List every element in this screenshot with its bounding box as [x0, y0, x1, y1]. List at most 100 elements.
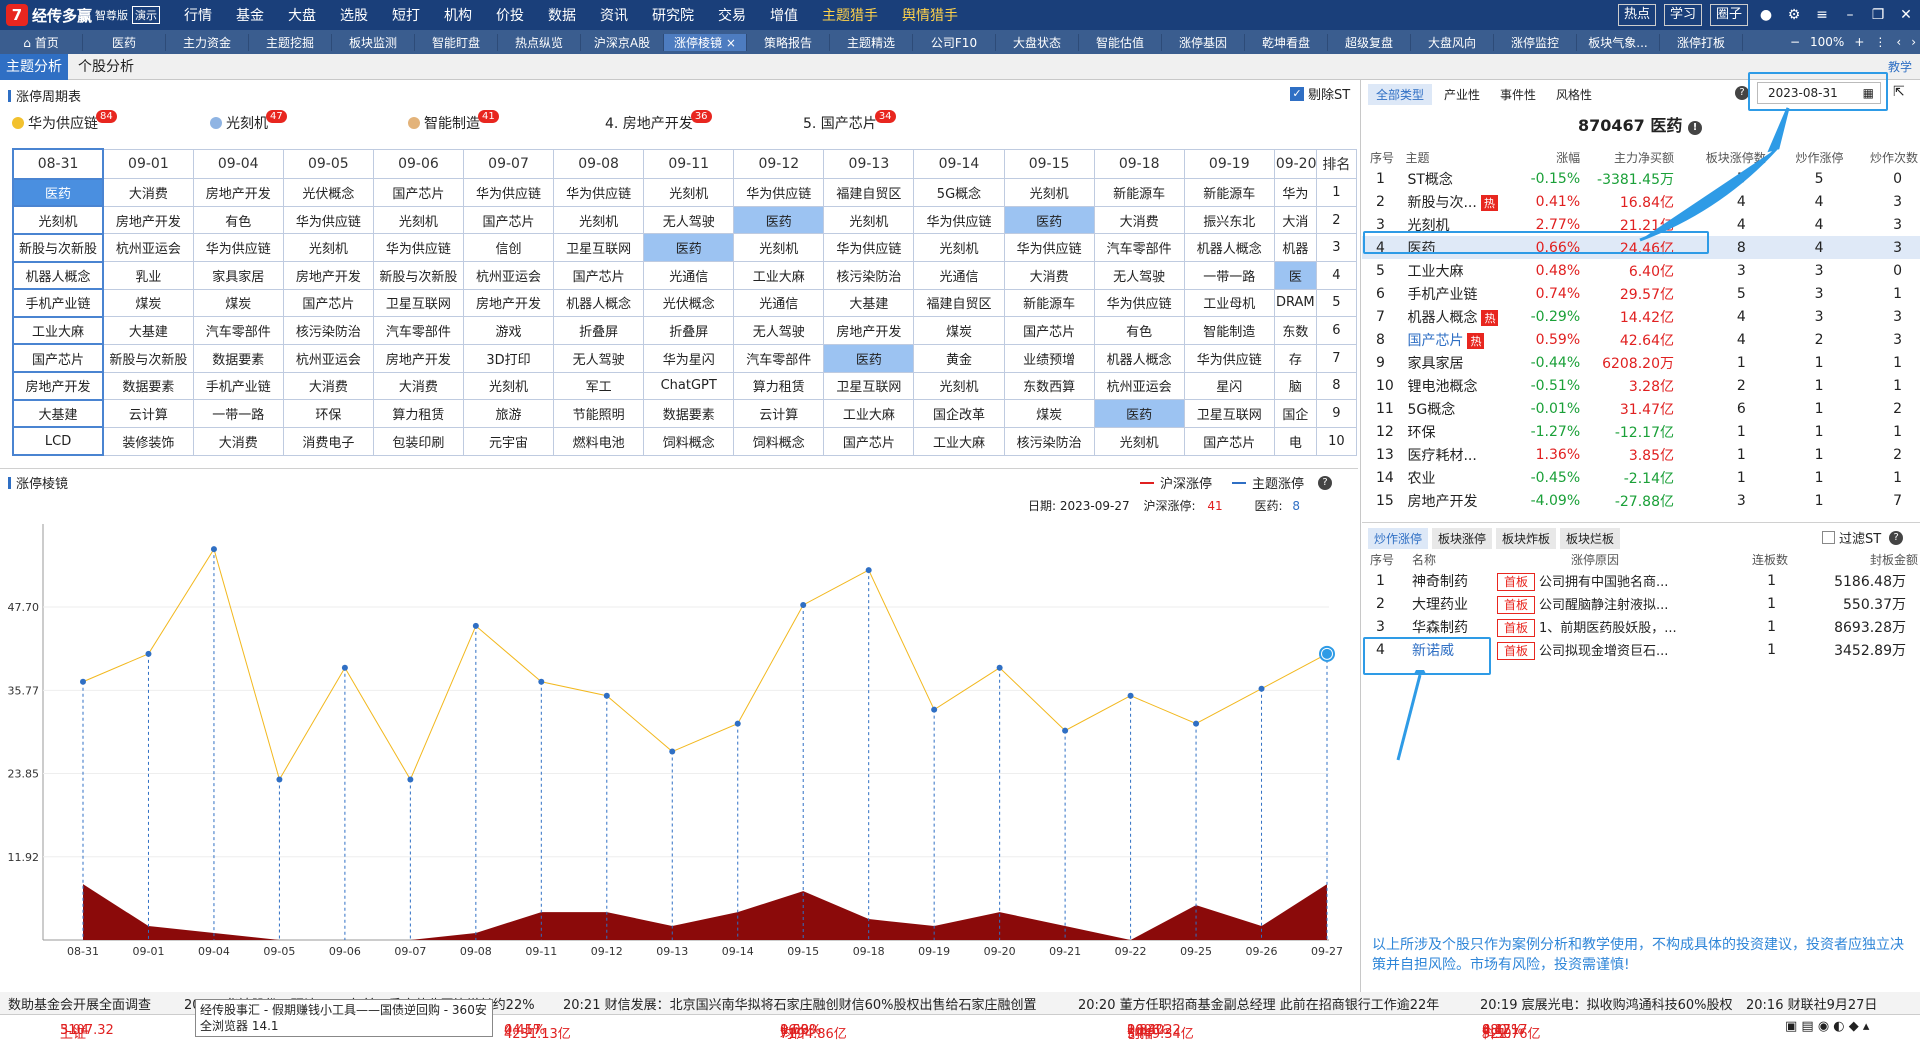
circle-button[interactable]: 圈子: [1709, 4, 1748, 26]
help-icon[interactable]: ?: [1318, 475, 1333, 490]
theme-cell[interactable]: 光刻机: [733, 233, 825, 263]
hs-point[interactable]: [1127, 692, 1134, 699]
theme-cell[interactable]: 国产芯片: [372, 178, 464, 207]
theme-cell[interactable]: 华为供应链: [913, 205, 1005, 235]
theme-cell[interactable]: 光伏概念: [643, 288, 735, 318]
hs-point[interactable]: [145, 650, 152, 657]
theme-cell[interactable]: 国产芯片: [553, 261, 645, 290]
theme-cell[interactable]: 房地产开发: [823, 316, 915, 345]
theme-cell[interactable]: 新能源车: [1003, 288, 1095, 318]
theme-cell[interactable]: 元宇宙: [462, 426, 555, 456]
tab-item[interactable]: 大盘风向: [1411, 33, 1494, 51]
theme-cell[interactable]: 折叠屏: [553, 316, 645, 345]
theme-cell[interactable]: 煤炭: [1003, 399, 1095, 428]
date-header[interactable]: 09-15: [1003, 148, 1095, 180]
theme-cell[interactable]: 华为供应链: [192, 233, 284, 263]
theme-cell[interactable]: 星闪: [1183, 371, 1275, 401]
theme-name-cell[interactable]: 环保: [1405, 420, 1517, 443]
theme-cell[interactable]: 煤炭: [913, 316, 1005, 345]
zoom-out-icon[interactable]: −: [1790, 35, 1800, 49]
date-header[interactable]: 09-06: [372, 148, 464, 180]
theme-name-cell[interactable]: 农业: [1405, 466, 1517, 489]
theme-cell[interactable]: 消费电子: [282, 426, 374, 456]
theme-cell[interactable]: 工业大麻: [823, 399, 915, 428]
theme-cell[interactable]: 包装印刷: [372, 426, 464, 456]
theme-name-cell[interactable]: 机器人概念热: [1405, 305, 1517, 328]
theme-cell[interactable]: 云计算: [733, 399, 825, 428]
export-icon[interactable]: ⇱: [1893, 84, 1905, 100]
theme-cell[interactable]: 机器: [1273, 233, 1317, 263]
column-header[interactable]: 序号: [1362, 549, 1410, 569]
theme-cell[interactable]: 黄金: [913, 343, 1005, 373]
checkbox-checked-icon[interactable]: ✓: [1290, 86, 1304, 101]
theme-cell[interactable]: 脑: [1273, 371, 1317, 401]
date-header[interactable]: 09-18: [1093, 148, 1185, 180]
date-header[interactable]: 09-19: [1183, 148, 1275, 180]
stock-tab[interactable]: 炒作涨停: [1368, 528, 1429, 549]
theme-cell[interactable]: 医药: [733, 205, 825, 235]
theme-cell[interactable]: 福建自贸区: [823, 178, 915, 207]
menu-item[interactable]: 行情: [172, 5, 224, 25]
theme-cell[interactable]: 燃料电池: [553, 426, 645, 456]
menu-item[interactable]: 舆情猎手: [890, 5, 970, 25]
theme-cell[interactable]: 手机产业链: [192, 371, 284, 401]
theme-cell[interactable]: 华为供应链: [1003, 233, 1095, 263]
theme-row[interactable]: 9 家具家居 -0.44% 6208.20万 1 1 1: [1362, 351, 1920, 374]
theme-cell[interactable]: 机器人概念: [1183, 233, 1275, 263]
stock-row[interactable]: 1 神奇制药 首板 公司拥有中国驰名商... 1 5186.48万: [1362, 569, 1920, 592]
theme-cell[interactable]: 新能源车: [1183, 178, 1275, 207]
date-header[interactable]: 09-12: [733, 148, 825, 180]
theme-cell[interactable]: 算力租赁: [733, 371, 825, 401]
theme-cell[interactable]: 无人驾驶: [553, 343, 645, 373]
stock-name[interactable]: 大理药业: [1410, 592, 1495, 615]
theme-cell[interactable]: 振兴东北: [1183, 205, 1275, 235]
theme-cell[interactable]: 机器人概念: [1093, 343, 1185, 373]
theme-cell[interactable]: 卫星互联网: [372, 288, 464, 318]
tab-item[interactable]: 涨停打板: [1660, 33, 1743, 51]
menu-item[interactable]: 资讯: [588, 5, 640, 25]
filter-st-toggle[interactable]: 过滤ST ?: [1822, 528, 1904, 547]
theme-name-cell[interactable]: 5G概念: [1405, 397, 1517, 420]
tab-item[interactable]: 医药: [83, 33, 166, 51]
news-item[interactable]: 20:16 财联社9月27日: [1746, 994, 1877, 1013]
theme-cell[interactable]: 环保: [282, 399, 374, 428]
hs-point[interactable]: [1258, 685, 1265, 692]
menu-item[interactable]: 交易: [706, 5, 758, 25]
theme-cell[interactable]: 工业大麻: [11, 315, 105, 346]
theme-cell[interactable]: 光刻机: [1003, 178, 1095, 207]
theme-cell[interactable]: 光刻机: [11, 205, 105, 235]
theme-cell[interactable]: 光通信: [733, 288, 825, 318]
theme-cell[interactable]: 福建自贸区: [913, 288, 1005, 318]
gear-icon[interactable]: ⚙: [1783, 7, 1805, 23]
theme-cell[interactable]: 光刻机: [553, 205, 645, 235]
theme-cell[interactable]: 工业母机: [1183, 288, 1275, 318]
hs-point[interactable]: [210, 546, 217, 553]
theme-name-cell[interactable]: 医疗耗材...: [1405, 443, 1517, 466]
date-header[interactable]: 09-07: [462, 148, 555, 180]
column-header[interactable]: 涨停原因: [1495, 549, 1695, 569]
theme-cell[interactable]: 大消费: [282, 371, 374, 401]
hs-point[interactable]: [1322, 648, 1332, 659]
theme-row[interactable]: 7 机器人概念热 -0.29% 14.42亿 4 3 3: [1362, 305, 1920, 328]
theme-cell[interactable]: 杭州亚运会: [102, 233, 194, 263]
theme-cell[interactable]: 光刻机: [462, 371, 555, 401]
theme-cell[interactable]: 新股与次新股: [102, 343, 194, 373]
theme-row[interactable]: 14 农业 -0.45% -2.14亿 1 1 1: [1362, 466, 1920, 489]
hs-point[interactable]: [669, 748, 676, 755]
theme-cell[interactable]: 核污染防治: [282, 316, 374, 345]
theme-cell[interactable]: 工业大麻: [913, 426, 1005, 456]
theme-cell[interactable]: 存: [1273, 343, 1317, 373]
tab-item[interactable]: 板块监测: [332, 33, 415, 51]
theme-cell[interactable]: LCD: [11, 426, 105, 456]
theme-cell[interactable]: 卫星互联网: [823, 371, 915, 401]
theme-cell[interactable]: 医药: [1003, 205, 1095, 235]
menu-item[interactable]: 短打: [380, 5, 432, 25]
theme-cell[interactable]: 新能源车: [1093, 178, 1185, 207]
theme-cell[interactable]: 一带一路: [192, 399, 284, 428]
zoom-in-icon[interactable]: +: [1854, 35, 1864, 49]
teach-link[interactable]: 教学: [1888, 58, 1912, 75]
hs-point[interactable]: [1062, 727, 1069, 734]
tab-theme-analysis[interactable]: 主题分析: [0, 54, 68, 80]
hs-point[interactable]: [931, 706, 938, 713]
theme-cell[interactable]: 卫星互联网: [1183, 399, 1275, 428]
